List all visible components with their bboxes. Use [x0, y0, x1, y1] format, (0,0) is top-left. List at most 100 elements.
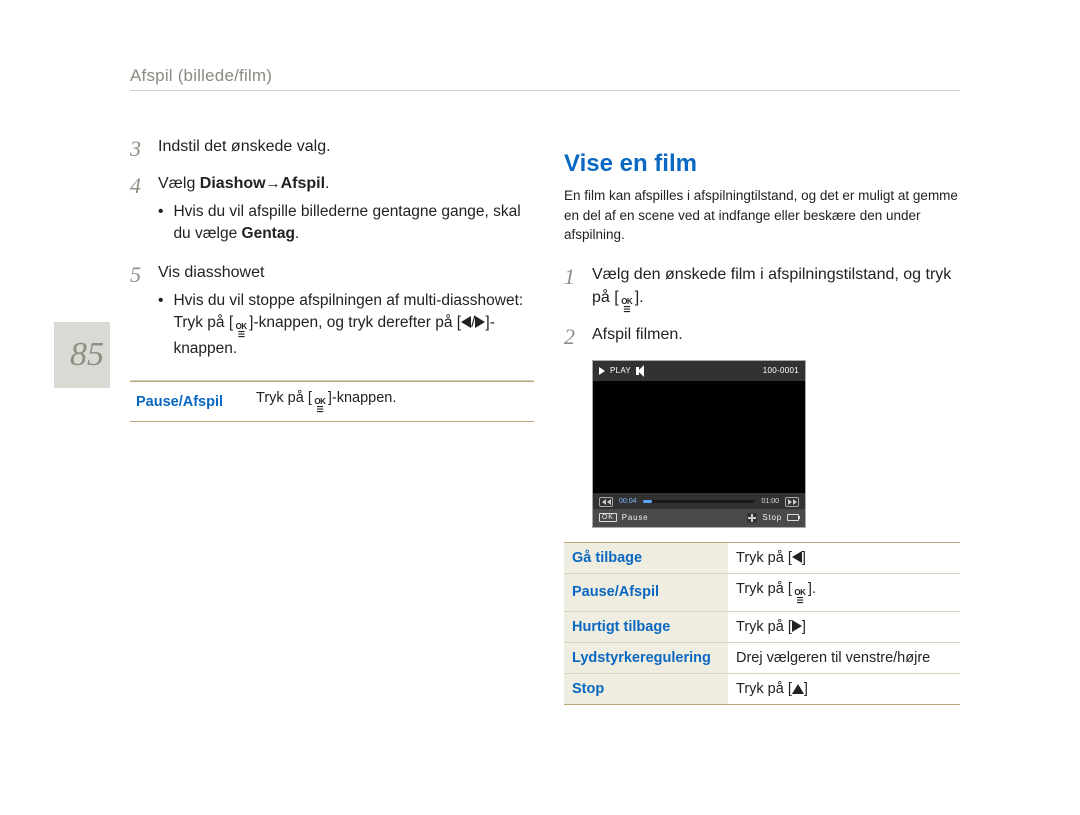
table-row: Gå tilbage Tryk på [] [564, 542, 960, 573]
text: Vis diasshowet [158, 264, 264, 281]
section-title: Vise en film [564, 150, 960, 178]
film-frame [593, 381, 805, 493]
bullet-text: Hvis du vil stoppe afspilningen af multi… [173, 290, 534, 360]
text: . [295, 225, 299, 242]
arrow: → [266, 173, 281, 195]
table-row: Hurtigt tilbage Tryk på [] [564, 611, 960, 642]
text: ]-knappen, og tryk derefter på [ [249, 314, 461, 331]
row-value: Tryk på [] [728, 611, 960, 642]
right-arrow-icon [792, 620, 802, 632]
bold: Diashow [200, 175, 266, 192]
ok-menu-icon: OK☰ [233, 324, 249, 338]
pause-label: Pause [622, 513, 649, 522]
step-5: 5 Vis diasshowet • Hvis du vil stoppe af… [130, 261, 534, 366]
text: Hvis du vil afspille billederne gentagne… [173, 203, 520, 242]
progress-track [643, 500, 756, 503]
film-bottom-bar: OK Pause Stop [593, 509, 805, 527]
section-header: Afspil (billede/film) [130, 66, 272, 86]
text: ] [804, 681, 808, 697]
text: Vælg [158, 175, 200, 192]
right-arrow-icon [475, 316, 485, 328]
text: Vælg den ønskede film i afspilningstilst… [592, 266, 951, 306]
step-text: Vis diasshowet • Hvis du vil stoppe afsp… [158, 261, 534, 366]
table-row: Pause/Afspil Tryk på [OK☰]. [564, 573, 960, 611]
row-value: Tryk på [] [728, 542, 960, 573]
step-3: 3 Indstil det ønskede valg. [130, 135, 534, 162]
manual-page: 85 Afspil (billede/film) 3 Indstil det ø… [0, 0, 1080, 815]
text: Tryk på [ [256, 390, 312, 406]
stop-label: Stop [762, 513, 782, 522]
pause-play-table: Pause/Afspil Tryk på [OK☰]-knappen. [130, 381, 534, 422]
text: . [325, 175, 329, 192]
table-row: Lydstyrkeregulering Drej vælgeren til ve… [564, 642, 960, 673]
ok-label: OK [599, 513, 617, 522]
step-2: 2 Afspil filmen. [564, 323, 960, 350]
text: ]. [635, 289, 644, 306]
step-text: Indstil det ønskede valg. [158, 135, 331, 162]
text: Tryk på [ [736, 681, 792, 697]
bullet-text: Hvis du vil afspille billederne gentagne… [173, 201, 534, 245]
row-value: Drej vælgeren til venstre/højre [728, 642, 960, 673]
step-number: 1 [564, 263, 580, 313]
step-number: 2 [564, 323, 580, 350]
bold: Gentag [242, 225, 295, 242]
left-arrow-icon [792, 551, 802, 563]
rewind-icon [599, 497, 613, 507]
film-top-left: PLAY [599, 366, 644, 375]
film-preview: PLAY 100-0001 00:04 01:00 OK Pause [592, 360, 806, 528]
controls-table: Gå tilbage Tryk på [] Pause/Afspil Tryk … [564, 542, 960, 705]
ok-menu-icon: OK☰ [619, 299, 635, 313]
step-number: 5 [130, 261, 146, 366]
time-current: 00:04 [619, 498, 637, 505]
text: Tryk på [ [736, 581, 792, 597]
text: Tryk på [ [736, 550, 792, 566]
battery-icon [787, 514, 799, 521]
row-value: Tryk på [] [728, 673, 960, 704]
row-label: Lydstyrkeregulering [564, 642, 728, 673]
page-number-tab: 85 [54, 322, 110, 388]
step-number: 4 [130, 172, 146, 251]
text: ]-knappen. [328, 390, 397, 406]
page-number: 85 [70, 336, 104, 374]
right-column: Vise en film En film kan afspilles i afs… [564, 150, 960, 705]
bullet: • Hvis du vil afspille billederne gentag… [158, 201, 534, 245]
row-value: Tryk på [OK☰]-knappen. [250, 382, 534, 422]
film-progress-bar: 00:04 01:00 [593, 493, 805, 509]
intro-paragraph: En film kan afspilles i afspilningtilsta… [564, 186, 960, 245]
header-rule [130, 90, 960, 91]
nav-icon [747, 513, 757, 523]
row-label: Pause/Afspil [130, 382, 250, 422]
film-top-bar: PLAY 100-0001 [593, 361, 805, 381]
row-label: Hurtigt tilbage [564, 611, 728, 642]
ok-menu-icon: OK☰ [792, 590, 808, 604]
text: ] [802, 619, 806, 635]
step-1: 1 Vælg den ønskede film i afspilningstil… [564, 263, 960, 313]
ok-menu-icon: OK☰ [312, 399, 328, 413]
forward-icon [785, 497, 799, 507]
row-value: Tryk på [OK☰]. [728, 573, 960, 611]
step-number: 3 [130, 135, 146, 162]
step-text: Vælg Diashow → Afspil. • Hvis du vil afs… [158, 172, 534, 251]
play-label: PLAY [610, 366, 631, 375]
step-4: 4 Vælg Diashow → Afspil. • Hvis du vil a… [130, 172, 534, 251]
step-text: Afspil filmen. [592, 323, 683, 350]
table-row: Stop Tryk på [] [564, 673, 960, 704]
bullet-dot: • [158, 290, 163, 360]
bullet: • Hvis du vil stoppe afspilningen af mul… [158, 290, 534, 360]
left-column: 3 Indstil det ønskede valg. 4 Vælg Diash… [130, 135, 534, 422]
text: Drej vælgeren til venstre/højre [736, 650, 930, 666]
text: ]. [808, 581, 816, 597]
left-arrow-icon [461, 316, 471, 328]
row-label: Stop [564, 673, 728, 704]
speaker-icon [636, 367, 644, 375]
file-number: 100-0001 [763, 366, 799, 375]
row-label: Pause/Afspil [564, 573, 728, 611]
time-total: 01:00 [761, 498, 779, 505]
text: Tryk på [ [736, 619, 792, 635]
bullet-dot: • [158, 201, 163, 245]
step-text: Vælg den ønskede film i afspilningstilst… [592, 263, 960, 313]
progress-fill [643, 500, 652, 503]
row-label: Gå tilbage [564, 542, 728, 573]
film-bottom-left: OK Pause [599, 513, 648, 522]
table-row: Pause/Afspil Tryk på [OK☰]-knappen. [130, 382, 534, 422]
